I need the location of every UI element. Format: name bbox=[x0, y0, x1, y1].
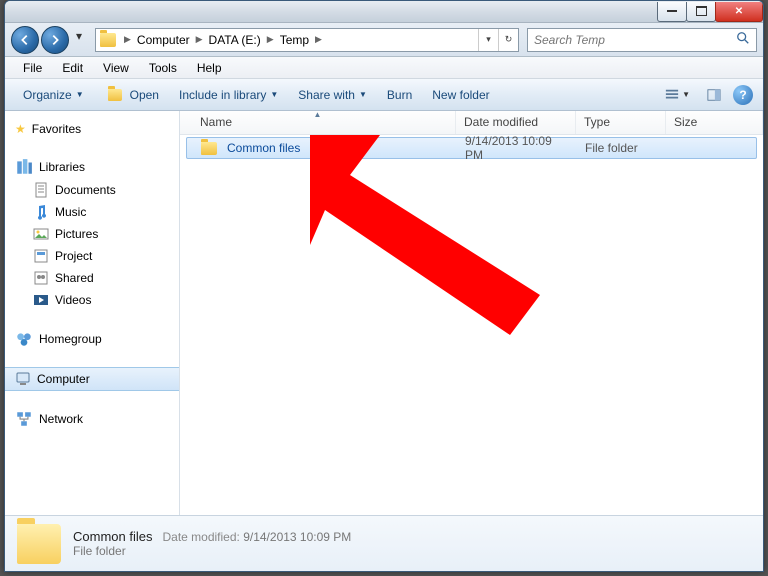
search-input[interactable] bbox=[534, 33, 736, 47]
search-icon[interactable] bbox=[736, 31, 750, 48]
file-date: 9/14/2013 10:09 PM bbox=[457, 134, 577, 162]
sidebar-item-project[interactable]: Project bbox=[5, 245, 179, 267]
column-type[interactable]: Type bbox=[576, 111, 666, 134]
menu-bar: File Edit View Tools Help bbox=[5, 57, 763, 79]
breadcrumb-data[interactable]: DATA (E:) bbox=[207, 33, 263, 47]
menu-help[interactable]: Help bbox=[187, 59, 232, 77]
menu-file[interactable]: File bbox=[13, 59, 52, 77]
file-list-area: Name ▲ Date modified Type Size Common fi… bbox=[180, 111, 763, 515]
file-name: Common files bbox=[227, 141, 300, 155]
computer-icon bbox=[15, 371, 31, 387]
address-dropdown[interactable]: ▾ bbox=[478, 29, 498, 51]
folder-icon bbox=[100, 33, 116, 47]
music-icon bbox=[33, 204, 49, 220]
navigation-pane[interactable]: ★ Favorites Libraries Documents Music bbox=[5, 111, 180, 515]
folder-icon bbox=[201, 142, 217, 155]
toolbar: Organize ▼ Open Include in library ▼ Sha… bbox=[5, 79, 763, 111]
new-folder-button[interactable]: New folder bbox=[424, 84, 497, 106]
titlebar bbox=[5, 1, 763, 23]
help-button[interactable]: ? bbox=[733, 85, 753, 105]
address-bar[interactable]: ▶ Computer ▶ DATA (E:) ▶ Temp ▶ ▾ ↻ bbox=[95, 28, 519, 52]
breadcrumb-computer[interactable]: Computer bbox=[135, 33, 192, 47]
sort-indicator-icon: ▲ bbox=[314, 110, 322, 119]
search-box[interactable] bbox=[527, 28, 757, 52]
sidebar-homegroup[interactable]: Homegroup bbox=[5, 327, 179, 351]
menu-view[interactable]: View bbox=[93, 59, 139, 77]
menu-tools[interactable]: Tools bbox=[139, 59, 187, 77]
breadcrumb-separator[interactable]: ▶ bbox=[311, 34, 326, 45]
content-area: ★ Favorites Libraries Documents Music bbox=[5, 111, 763, 515]
details-type: File folder bbox=[73, 544, 351, 558]
breadcrumb-temp[interactable]: Temp bbox=[278, 33, 311, 47]
details-date-label: Date modified: bbox=[162, 530, 239, 544]
refresh-button[interactable]: ↻ bbox=[498, 29, 518, 51]
network-icon bbox=[15, 410, 33, 428]
sidebar-libraries-label: Libraries bbox=[39, 160, 85, 174]
file-list[interactable]: Common files 9/14/2013 10:09 PM File fol… bbox=[180, 135, 763, 515]
sidebar-favorites[interactable]: ★ Favorites bbox=[5, 119, 179, 139]
details-date: 9/14/2013 10:09 PM bbox=[243, 530, 351, 544]
details-name: Common files bbox=[73, 529, 152, 544]
explorer-window: ▾ ▶ Computer ▶ DATA (E:) ▶ Temp ▶ ▾ ↻ bbox=[4, 0, 764, 572]
minimize-button[interactable] bbox=[657, 2, 687, 22]
file-row[interactable]: Common files 9/14/2013 10:09 PM File fol… bbox=[186, 137, 757, 159]
breadcrumb-separator[interactable]: ▶ bbox=[192, 34, 207, 45]
share-with-button[interactable]: Share with ▼ bbox=[290, 84, 375, 106]
view-options-button[interactable]: ▼ bbox=[659, 85, 695, 105]
details-pane: Common files Date modified: 9/14/2013 10… bbox=[5, 515, 763, 571]
history-dropdown[interactable]: ▾ bbox=[71, 26, 87, 46]
column-size[interactable]: Size bbox=[666, 111, 763, 134]
organize-button[interactable]: Organize ▼ bbox=[15, 84, 92, 106]
sidebar-favorites-label: Favorites bbox=[32, 122, 81, 136]
sidebar-item-pictures[interactable]: Pictures bbox=[5, 223, 179, 245]
breadcrumb-separator[interactable]: ▶ bbox=[120, 34, 135, 45]
sidebar-network[interactable]: Network bbox=[5, 407, 179, 431]
close-button[interactable] bbox=[715, 2, 763, 22]
maximize-button[interactable] bbox=[686, 2, 716, 22]
open-folder-icon bbox=[108, 89, 122, 101]
include-library-button[interactable]: Include in library ▼ bbox=[171, 84, 286, 106]
open-button[interactable]: Open bbox=[96, 84, 167, 106]
sidebar-item-music[interactable]: Music bbox=[5, 201, 179, 223]
project-icon bbox=[33, 248, 49, 264]
sidebar-libraries[interactable]: Libraries bbox=[5, 155, 179, 179]
sidebar-network-label: Network bbox=[39, 412, 83, 426]
sidebar-item-videos[interactable]: Videos bbox=[5, 289, 179, 311]
breadcrumb: Computer ▶ DATA (E:) ▶ Temp ▶ bbox=[135, 29, 326, 51]
homegroup-icon bbox=[15, 330, 33, 348]
sidebar-item-shared[interactable]: Shared bbox=[5, 267, 179, 289]
libraries-icon bbox=[15, 158, 33, 176]
document-icon bbox=[33, 182, 49, 198]
sidebar-item-documents[interactable]: Documents bbox=[5, 179, 179, 201]
shared-icon bbox=[33, 270, 49, 286]
burn-button[interactable]: Burn bbox=[379, 84, 420, 106]
sidebar-computer[interactable]: Computer bbox=[5, 367, 179, 391]
star-icon: ★ bbox=[15, 122, 26, 136]
annotation-arrow-icon bbox=[310, 135, 570, 335]
column-date[interactable]: Date modified bbox=[456, 111, 576, 134]
forward-button[interactable] bbox=[41, 26, 69, 54]
navigation-bar: ▾ ▶ Computer ▶ DATA (E:) ▶ Temp ▶ ▾ ↻ bbox=[5, 23, 763, 57]
sidebar-computer-label: Computer bbox=[37, 372, 90, 386]
sidebar-homegroup-label: Homegroup bbox=[39, 332, 102, 346]
column-headers: Name ▲ Date modified Type Size bbox=[180, 111, 763, 135]
file-type: File folder bbox=[577, 141, 667, 155]
menu-edit[interactable]: Edit bbox=[52, 59, 93, 77]
back-button[interactable] bbox=[11, 26, 39, 54]
pictures-icon bbox=[33, 226, 49, 242]
preview-pane-button[interactable] bbox=[701, 85, 727, 105]
breadcrumb-separator[interactable]: ▶ bbox=[263, 34, 278, 45]
folder-large-icon bbox=[17, 524, 61, 564]
videos-icon bbox=[33, 292, 49, 308]
column-name[interactable]: Name ▲ bbox=[180, 111, 456, 134]
